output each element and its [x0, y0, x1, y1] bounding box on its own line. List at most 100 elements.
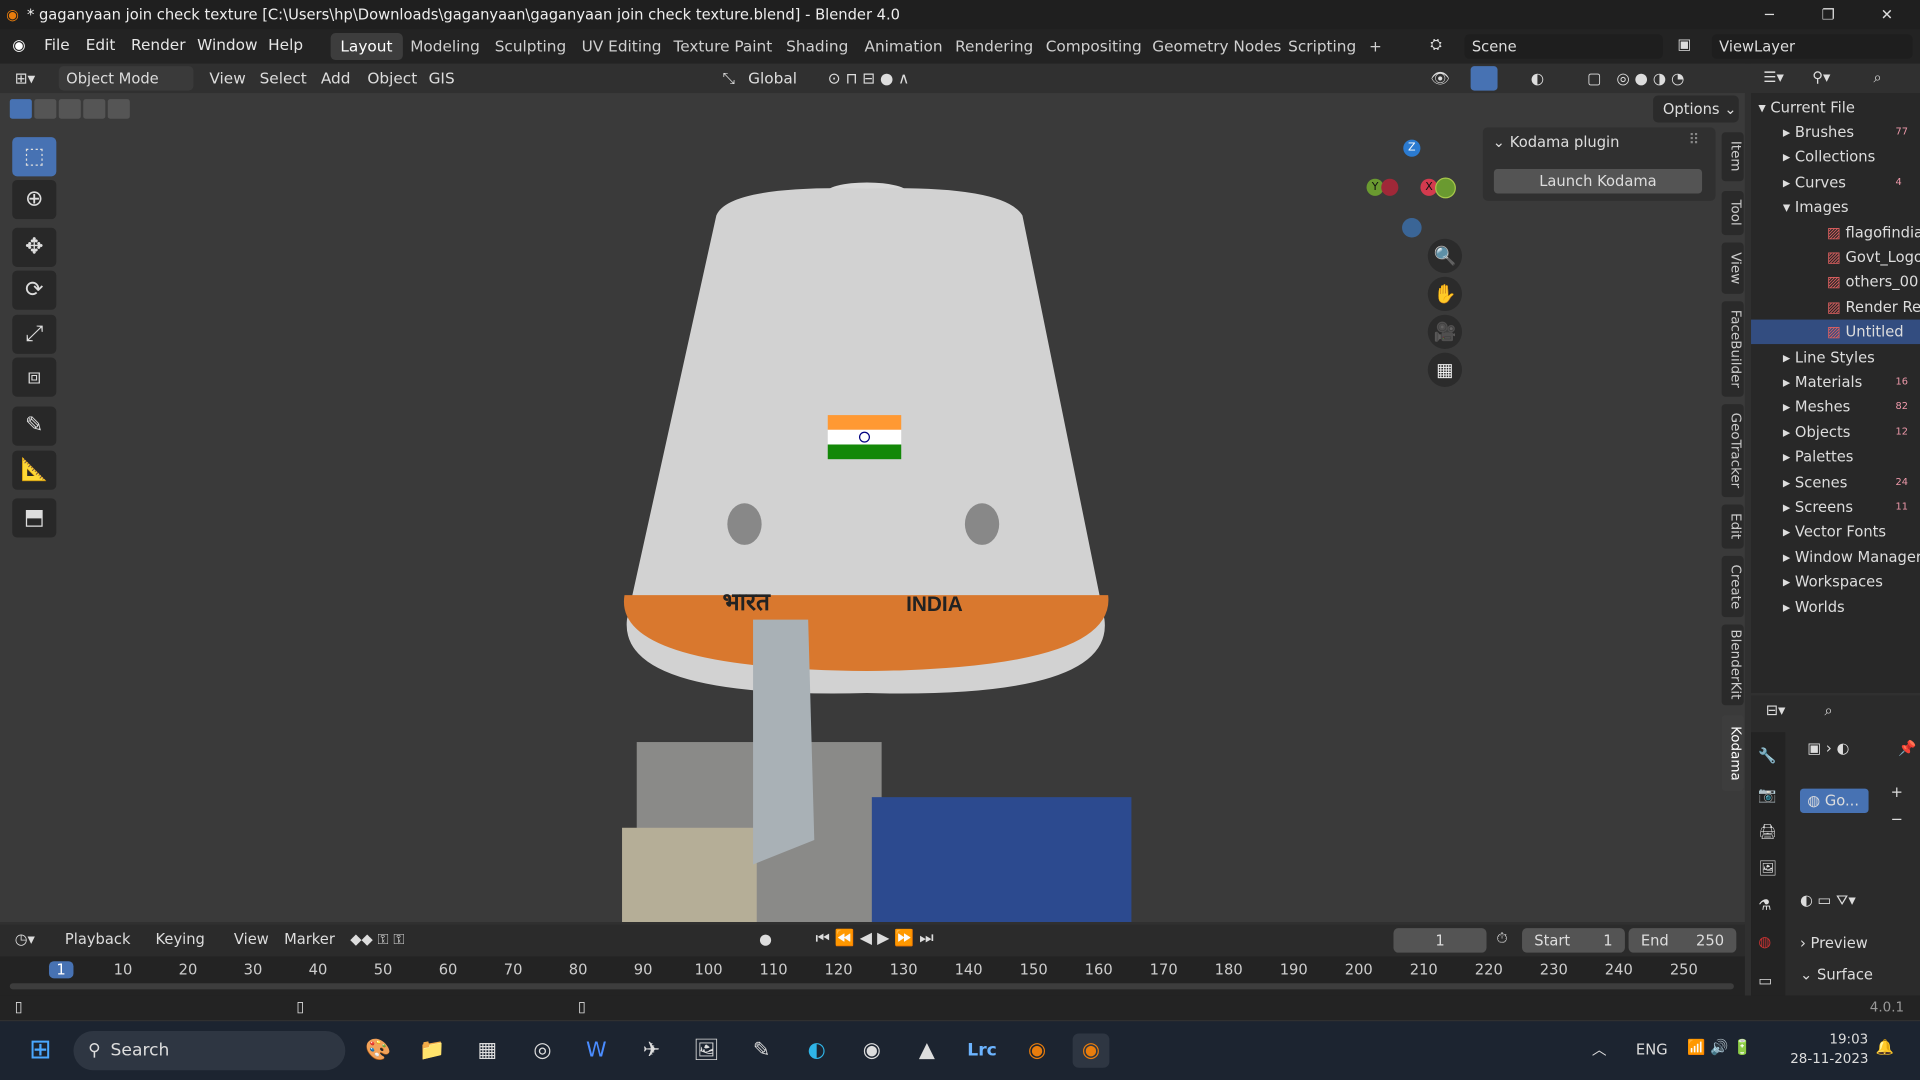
- visibility-icon[interactable]: 👁: [1430, 69, 1449, 89]
- tray-chevron-icon[interactable]: ︿: [1592, 1038, 1607, 1059]
- outliner-image-item[interactable]: ▨ Untitled: [1751, 319, 1920, 345]
- blender-active-taskbar-icon[interactable]: ◉: [1072, 1033, 1110, 1068]
- zoom-icon[interactable]: 🔍: [1427, 238, 1463, 274]
- camera-view-icon[interactable]: 🎥: [1427, 314, 1463, 349]
- tab-view[interactable]: View: [1721, 242, 1744, 294]
- photos-icon[interactable]: 🖼: [688, 1033, 725, 1067]
- outliner-category-item[interactable]: ▸ Brushes 77: [1751, 120, 1920, 144]
- expand-arrow-icon[interactable]: ▸: [1783, 348, 1795, 365]
- menu-select[interactable]: Select: [260, 69, 307, 87]
- timeline-scrollbar[interactable]: [9, 983, 1734, 990]
- render-tab-icon[interactable]: 📷: [1758, 786, 1776, 803]
- material-slot[interactable]: ◍ Go...: [1800, 788, 1869, 814]
- tab-create[interactable]: Create: [1721, 555, 1744, 618]
- tab-layout[interactable]: Layout: [330, 33, 403, 61]
- expand-arrow-icon[interactable]: ▸: [1783, 174, 1795, 191]
- outliner-category-item[interactable]: ▾ Images: [1751, 195, 1920, 219]
- sticky-notes-icon[interactable]: ✎: [743, 1033, 780, 1067]
- view-layer-icon[interactable]: ▣: [1678, 36, 1692, 53]
- pan-hand-icon[interactable]: ✋: [1427, 276, 1463, 312]
- outliner-root[interactable]: ▾ Current File: [1758, 96, 1855, 120]
- notification-bell-icon[interactable]: 🔔: [1876, 1038, 1894, 1055]
- expand-arrow-icon[interactable]: ▸: [1783, 523, 1795, 540]
- outliner-image-item[interactable]: ▨ Govt_Logo: [1751, 245, 1920, 269]
- file-explorer-icon[interactable]: 📁: [414, 1033, 451, 1067]
- object-mode-dropdown[interactable]: Object Mode: [58, 66, 194, 91]
- start-frame-field[interactable]: Start 1: [1522, 928, 1625, 953]
- options-dropdown[interactable]: Options ⌄: [1653, 95, 1739, 123]
- panel-collapse-icon[interactable]: ⌄: [1493, 133, 1505, 150]
- menu-window[interactable]: Window: [197, 36, 257, 54]
- tab-rendering[interactable]: Rendering: [945, 33, 1043, 60]
- scene-icon[interactable]: ⛭: [1430, 36, 1442, 54]
- outliner-category-item[interactable]: ▸ Worlds: [1751, 595, 1920, 619]
- outliner-category-item[interactable]: ▸ Collections: [1751, 145, 1920, 169]
- outliner-category-item[interactable]: ▸ Scenes 24: [1751, 470, 1920, 494]
- menu-gis[interactable]: GIS: [429, 69, 455, 87]
- properties-search-icon[interactable]: ⌕: [1824, 702, 1832, 720]
- annotate-tool-icon[interactable]: ✎: [12, 406, 57, 446]
- expand-arrow-icon[interactable]: ▸: [1783, 149, 1795, 166]
- tab-item[interactable]: Item: [1721, 132, 1744, 182]
- tab-texture-paint[interactable]: Texture Paint: [664, 33, 782, 60]
- tab-edit[interactable]: Edit: [1721, 504, 1744, 549]
- maximize-button[interactable]: ❐: [1800, 0, 1856, 29]
- gizmo-negative-x[interactable]: [1381, 178, 1399, 196]
- playhead-frame[interactable]: 1: [48, 961, 74, 979]
- expand-arrow-icon[interactable]: ▸: [1783, 598, 1795, 615]
- menu-edit[interactable]: Edit: [86, 36, 116, 54]
- output-tab-icon[interactable]: 🖨: [1758, 823, 1777, 840]
- tab-tool[interactable]: Tool: [1721, 191, 1744, 236]
- transform-tool-icon[interactable]: ⧈: [12, 357, 57, 397]
- tab-scripting[interactable]: Scripting: [1278, 33, 1366, 60]
- gizmo-negative-y[interactable]: [1435, 177, 1456, 199]
- gizmo-negative-z[interactable]: [1402, 217, 1422, 238]
- scene-selector[interactable]: Scene: [1464, 34, 1663, 59]
- close-button[interactable]: ✕: [1859, 0, 1915, 29]
- outliner-category-item[interactable]: ▸ Materials 16: [1751, 370, 1920, 394]
- outliner-image-item[interactable]: ▨ Render Result: [1751, 295, 1920, 319]
- expand-arrow-icon[interactable]: ▸: [1783, 498, 1795, 515]
- menu-view[interactable]: View: [209, 69, 245, 87]
- pivot-icon[interactable]: ⊙ ⊓ ⊟ ● ∧: [828, 69, 910, 87]
- orientation-dropdown[interactable]: Global: [748, 69, 797, 87]
- tab-shading[interactable]: Shading: [776, 33, 858, 60]
- copilot-icon[interactable]: 🎨: [360, 1033, 397, 1067]
- playback-controls-icon[interactable]: ⏮ ⏪ ◀ ▶ ⏩ ⏭: [816, 929, 934, 947]
- preview-range-icon[interactable]: ⏱: [1496, 929, 1507, 947]
- expand-arrow-icon[interactable]: ▸: [1783, 573, 1795, 590]
- kodama-panel-title[interactable]: Kodama plugin: [1510, 133, 1620, 150]
- menu-render[interactable]: Render: [131, 36, 186, 54]
- expand-arrow-icon[interactable]: ▸: [1783, 398, 1795, 415]
- calculator-icon[interactable]: ▦: [469, 1033, 506, 1067]
- word-icon[interactable]: W: [578, 1033, 615, 1067]
- add-cube-tool-icon[interactable]: ⬒: [12, 498, 57, 538]
- tab-blenderkit[interactable]: BlenderKit: [1721, 624, 1744, 706]
- overlay-icon[interactable]: ◐: [1531, 69, 1544, 87]
- rotate-tool-icon[interactable]: ⟳: [12, 270, 57, 310]
- blender-taskbar-icon[interactable]: ◉: [1019, 1033, 1056, 1067]
- editor-type-icon[interactable]: ⊞▾: [15, 69, 36, 87]
- menu-add[interactable]: Add: [321, 69, 351, 87]
- add-workspace-button[interactable]: +: [1359, 33, 1391, 60]
- menu-file[interactable]: File: [44, 36, 70, 54]
- brave-icon[interactable]: ▲: [909, 1033, 946, 1067]
- pin-icon[interactable]: 📌: [1898, 740, 1916, 757]
- search-icon[interactable]: ⌕: [1873, 69, 1881, 87]
- world-tab-icon[interactable]: ◍: [1758, 933, 1771, 950]
- preview-panel-header[interactable]: › Preview: [1800, 931, 1910, 955]
- transform-orientation-icon[interactable]: ⤡: [722, 69, 734, 89]
- select-mode-buttons[interactable]: [9, 99, 130, 119]
- expand-arrow-icon[interactable]: ▸: [1783, 548, 1795, 565]
- expand-arrow-icon[interactable]: ▸: [1783, 124, 1795, 141]
- expand-arrow-icon[interactable]: ▸: [1783, 423, 1795, 440]
- menu-object[interactable]: Object: [367, 69, 417, 87]
- edge-icon[interactable]: ◐: [798, 1033, 835, 1067]
- tab-animation[interactable]: Animation: [855, 33, 953, 60]
- outliner-category-item[interactable]: ▸ Window Managers: [1751, 545, 1920, 569]
- tab-geometry-nodes[interactable]: Geometry Nodes: [1142, 33, 1291, 60]
- tab-modeling[interactable]: Modeling: [400, 33, 489, 60]
- outliner-category-item[interactable]: ▸ Objects 12: [1751, 420, 1920, 444]
- language-indicator[interactable]: ENG: [1636, 1041, 1668, 1058]
- outliner-category-item[interactable]: ▸ Line Styles: [1751, 345, 1920, 369]
